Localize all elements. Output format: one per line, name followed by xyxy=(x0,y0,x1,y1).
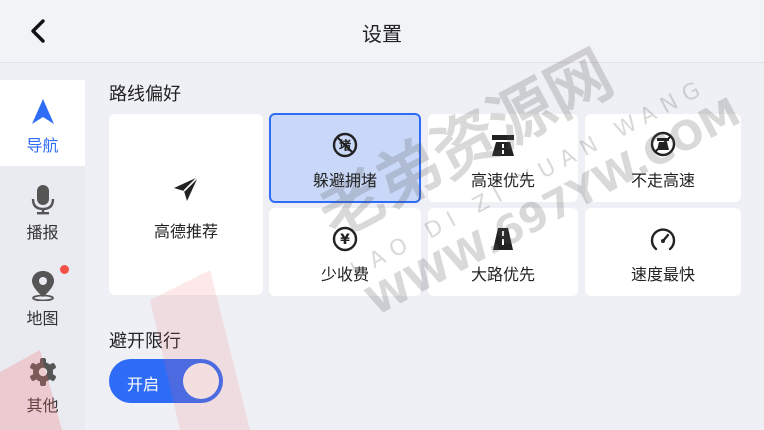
no-highway-icon xyxy=(650,131,676,157)
sidebar-item-label: 地图 xyxy=(26,309,59,328)
icon-glyph: 堵 xyxy=(339,138,351,153)
speedometer-icon xyxy=(650,228,676,251)
route-option-main-road-first[interactable]: 大路优先 xyxy=(428,208,578,296)
page-title: 设置 xyxy=(362,22,402,46)
route-option-label: 大路优先 xyxy=(470,265,535,284)
header-bar: 设置 xyxy=(0,0,764,63)
sidebar-item-label: 其他 xyxy=(26,396,59,415)
sidebar-item-map[interactable]: 地图 xyxy=(0,253,85,339)
route-option-label: 少收费 xyxy=(320,265,369,284)
navigation-arrow-icon xyxy=(32,99,54,124)
avoid-congestion-icon: 堵 xyxy=(332,132,358,158)
notification-dot xyxy=(60,265,69,274)
sidebar: 导航 播报 地图 其他 xyxy=(0,80,85,430)
sidebar-item-broadcast[interactable]: 播报 xyxy=(0,167,85,253)
route-option-no-highway[interactable]: 不走高速 xyxy=(585,114,741,202)
sidebar-item-navigation[interactable]: 导航 xyxy=(0,80,85,166)
paper-plane-icon xyxy=(174,176,199,201)
route-preference-title: 路线偏好 xyxy=(109,84,181,105)
route-option-label: 高德推荐 xyxy=(153,222,218,241)
toggle-label: 开启 xyxy=(127,375,160,394)
highway-icon xyxy=(492,135,514,156)
toggle-knob xyxy=(183,363,219,399)
route-option-less-toll[interactable]: ¥ 少收费 xyxy=(269,208,421,296)
avoid-restriction-toggle[interactable]: 开启 xyxy=(109,359,223,403)
icon-glyph: ¥ xyxy=(340,232,350,248)
route-option-avoid-congestion[interactable]: 堵 躲避拥堵 xyxy=(269,113,421,203)
sidebar-item-other[interactable]: 其他 xyxy=(0,340,85,426)
microphone-icon xyxy=(31,185,55,215)
route-option-fastest[interactable]: 速度最快 xyxy=(585,208,741,296)
road-icon xyxy=(493,228,513,250)
avoid-restriction-title: 避开限行 xyxy=(109,331,181,352)
sidebar-item-label: 导航 xyxy=(26,136,59,155)
sidebar-item-label: 播报 xyxy=(26,223,59,242)
gear-icon xyxy=(30,358,56,386)
map-pin-icon xyxy=(32,271,54,301)
route-option-recommended[interactable]: 高德推荐 xyxy=(109,114,263,295)
route-option-label: 不走高速 xyxy=(630,171,695,190)
route-option-label: 高速优先 xyxy=(470,171,535,190)
route-option-label: 躲避拥堵 xyxy=(312,171,377,190)
yen-icon: ¥ xyxy=(332,226,358,252)
route-option-highway-first[interactable]: 高速优先 xyxy=(428,114,578,202)
route-option-label: 速度最快 xyxy=(630,265,695,284)
